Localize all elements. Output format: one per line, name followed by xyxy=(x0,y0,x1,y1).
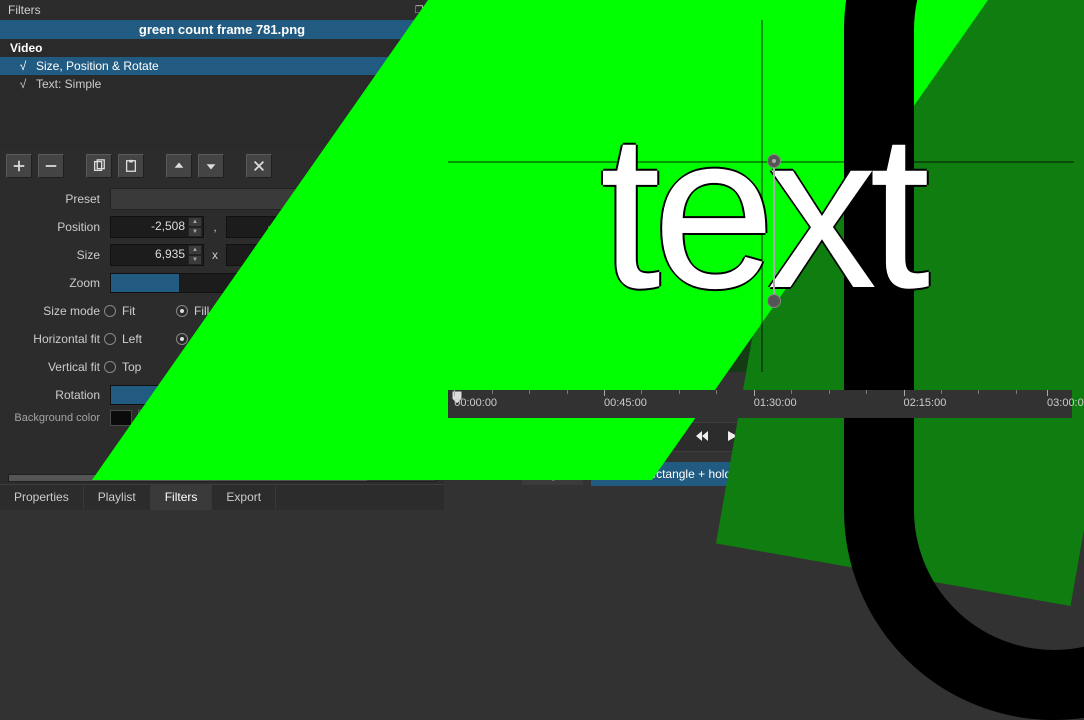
check-icon[interactable]: √ xyxy=(18,59,28,73)
filter-label: Text: Simple xyxy=(36,77,101,91)
tab-export[interactable]: Export xyxy=(212,485,276,510)
label-preset: Preset xyxy=(0,192,104,206)
rotate-handle[interactable] xyxy=(767,294,781,308)
add-filter-button[interactable] xyxy=(6,154,32,178)
label-size: Size xyxy=(0,248,104,262)
copy-filter-button[interactable] xyxy=(86,154,112,178)
section-video: Video xyxy=(0,39,444,57)
overlay-text: text xyxy=(448,20,1074,372)
clip-title: green count frame 781.png xyxy=(0,20,444,39)
tab-playlist[interactable]: Playlist xyxy=(84,485,151,510)
panel-tabs: Properties Playlist Filters Export xyxy=(0,484,444,510)
paste-filter-button[interactable] xyxy=(118,154,144,178)
label-bgcolor: Background color xyxy=(0,412,104,424)
tab-filters[interactable]: Filters xyxy=(151,485,213,510)
label-hfit: Horizontal fit xyxy=(0,332,104,346)
sizemode-fit[interactable]: Fit xyxy=(104,304,176,318)
tab-properties[interactable]: Properties xyxy=(0,485,84,510)
label-rotation: Rotation xyxy=(0,388,104,402)
vfit-top[interactable]: Top xyxy=(104,360,176,374)
size-w-input[interactable]: 6,935▲▼ xyxy=(110,244,204,266)
label-vfit: Vertical fit xyxy=(0,360,104,374)
timeline-ruler[interactable]: 00:00:00 00:45:00 01:30:00 02:15:00 03:0… xyxy=(448,390,1072,418)
rewind-button[interactable] xyxy=(691,426,713,449)
label-sizemode: Size mode xyxy=(0,304,104,318)
move-down-button[interactable] xyxy=(198,154,224,178)
move-up-button[interactable] xyxy=(166,154,192,178)
label-zoom: Zoom xyxy=(0,276,104,290)
position-x-input[interactable]: -2,508▲▼ xyxy=(110,216,204,238)
center-handle[interactable] xyxy=(767,154,781,168)
panel-title: Filters xyxy=(8,3,41,17)
rotate-handle-line[interactable] xyxy=(773,161,775,301)
check-icon[interactable]: √ xyxy=(18,77,28,91)
preview-viewport[interactable]: text xyxy=(448,20,1074,372)
label-position: Position xyxy=(0,220,104,234)
bgcolor-swatch[interactable] xyxy=(110,410,132,426)
hfit-left[interactable]: Left xyxy=(104,332,176,346)
filter-label: Size, Position & Rotate xyxy=(36,59,159,73)
deselect-button[interactable] xyxy=(246,154,272,178)
remove-filter-button[interactable] xyxy=(38,154,64,178)
